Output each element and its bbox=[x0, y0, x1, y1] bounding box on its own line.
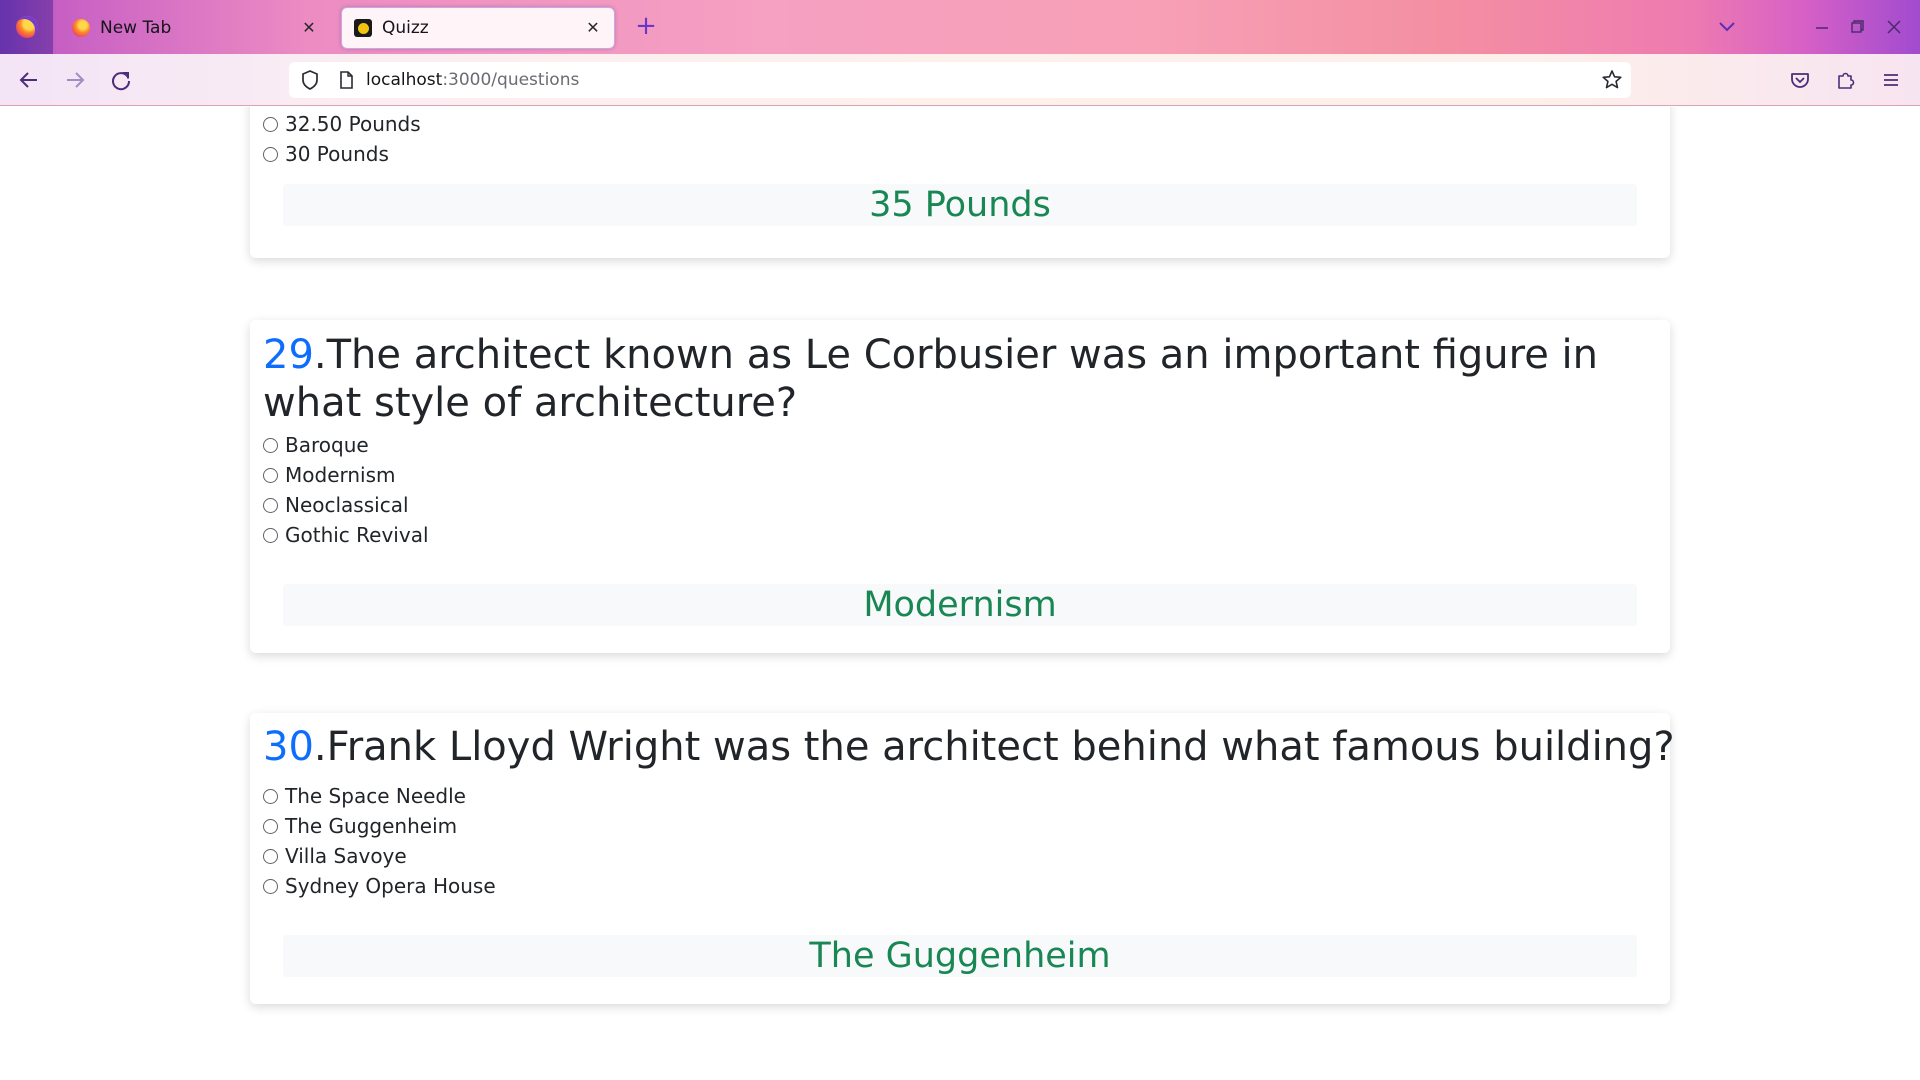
radio-button[interactable] bbox=[263, 788, 278, 804]
radio-button[interactable] bbox=[263, 467, 278, 483]
url-path: :3000/questions bbox=[442, 70, 580, 90]
radio-button[interactable] bbox=[263, 527, 278, 543]
pocket-icon bbox=[1791, 73, 1809, 88]
option-item[interactable]: Modernism bbox=[263, 460, 429, 490]
back-button[interactable] bbox=[16, 67, 42, 93]
question-card: 29.The architect known as Le Corbusier w… bbox=[250, 320, 1670, 653]
arrow-right-icon bbox=[67, 72, 85, 88]
option-item[interactable]: The Space Needle bbox=[263, 781, 496, 811]
option-label: 30 Pounds bbox=[285, 142, 389, 166]
option-label: The Space Needle bbox=[285, 784, 466, 808]
options-list: The Space Needle The Guggenheim Villa Sa… bbox=[263, 781, 496, 901]
radio-button[interactable] bbox=[263, 878, 278, 894]
page-content: 32.50 Pounds 30 Pounds 35 Pounds 29.The … bbox=[0, 107, 1920, 1080]
menu-button[interactable] bbox=[1878, 67, 1904, 93]
close-icon[interactable]: ✕ bbox=[584, 19, 602, 37]
quizz-favicon-icon bbox=[354, 19, 372, 37]
radio-button[interactable] bbox=[263, 818, 278, 834]
arrow-left-icon bbox=[19, 72, 37, 88]
firefox-view-button[interactable] bbox=[0, 0, 53, 54]
options-list: Baroque Modernism Neoclassical Gothic Re… bbox=[263, 430, 429, 550]
option-label: Baroque bbox=[285, 433, 369, 457]
option-item[interactable]: 32.50 Pounds bbox=[263, 109, 421, 139]
bookmark-star-icon[interactable] bbox=[1599, 67, 1625, 93]
options-list: 32.50 Pounds 30 Pounds bbox=[263, 109, 421, 169]
pocket-button[interactable] bbox=[1787, 67, 1813, 93]
page-info-icon[interactable] bbox=[333, 67, 359, 93]
firefox-logo-icon bbox=[15, 16, 38, 38]
forward-button[interactable] bbox=[62, 67, 88, 93]
firefox-favicon-icon bbox=[72, 19, 90, 37]
option-label: Sydney Opera House bbox=[285, 874, 496, 898]
question-card: 30.Frank Lloyd Wright was the architect … bbox=[250, 713, 1675, 1004]
radio-button[interactable] bbox=[263, 848, 278, 864]
navigation-toolbar: localhost:3000/questions bbox=[0, 54, 1920, 106]
radio-button[interactable] bbox=[263, 437, 278, 453]
answer-display: The Guggenheim bbox=[283, 935, 1637, 977]
option-label: The Guggenheim bbox=[285, 814, 458, 838]
radio-button[interactable] bbox=[263, 497, 278, 513]
puzzle-icon bbox=[1838, 72, 1855, 89]
chevron-down-icon bbox=[1719, 22, 1735, 32]
option-label: Gothic Revival bbox=[285, 523, 429, 547]
option-item[interactable]: Neoclassical bbox=[263, 490, 429, 520]
restore-icon bbox=[1851, 20, 1864, 33]
question-title: 29.The architect known as Le Corbusier w… bbox=[263, 331, 1663, 427]
answer-display: Modernism bbox=[283, 584, 1637, 626]
option-item[interactable]: Baroque bbox=[263, 430, 429, 460]
minimize-icon bbox=[1816, 27, 1828, 29]
restore-button[interactable] bbox=[1843, 14, 1871, 40]
reload-button[interactable] bbox=[108, 67, 134, 93]
radio-button[interactable] bbox=[263, 116, 278, 132]
hamburger-icon bbox=[1884, 74, 1898, 86]
question-number: 30 bbox=[263, 724, 314, 770]
radio-button[interactable] bbox=[263, 146, 278, 162]
tab-title: Quizz bbox=[382, 18, 429, 38]
shield-icon[interactable] bbox=[297, 67, 323, 93]
question-number: 29 bbox=[263, 332, 314, 378]
address-bar[interactable]: localhost:3000/questions bbox=[289, 62, 1631, 98]
option-item[interactable]: The Guggenheim bbox=[263, 811, 496, 841]
question-text: .The architect known as Le Corbusier was… bbox=[263, 332, 1598, 426]
question-title: 30.Frank Lloyd Wright was the architect … bbox=[263, 723, 1675, 771]
browser-titlebar: New Tab ✕ Quizz ✕ + bbox=[0, 0, 1920, 54]
extensions-button[interactable] bbox=[1833, 67, 1859, 93]
close-icon bbox=[1887, 20, 1901, 34]
option-label: 32.50 Pounds bbox=[285, 112, 421, 136]
option-item[interactable]: Gothic Revival bbox=[263, 520, 429, 550]
minimize-button[interactable] bbox=[1808, 14, 1836, 40]
close-icon[interactable]: ✕ bbox=[300, 19, 318, 37]
option-label: Neoclassical bbox=[285, 493, 409, 517]
question-card: 32.50 Pounds 30 Pounds 35 Pounds bbox=[250, 107, 1670, 258]
option-item[interactable]: Villa Savoye bbox=[263, 841, 496, 871]
url-text[interactable]: localhost:3000/questions bbox=[366, 62, 579, 98]
tab-title: New Tab bbox=[100, 18, 172, 38]
tab-new-tab[interactable]: New Tab ✕ bbox=[60, 7, 330, 49]
question-text: .Frank Lloyd Wright was the architect be… bbox=[313, 724, 1675, 770]
reload-icon bbox=[112, 72, 131, 91]
tab-quizz[interactable]: Quizz ✕ bbox=[341, 7, 615, 49]
option-label: Modernism bbox=[285, 463, 396, 487]
new-tab-button[interactable]: + bbox=[631, 12, 661, 42]
option-item[interactable]: 30 Pounds bbox=[263, 139, 421, 169]
answer-display: 35 Pounds bbox=[283, 184, 1637, 226]
option-label: Villa Savoye bbox=[285, 844, 407, 868]
list-all-tabs-button[interactable] bbox=[1713, 14, 1741, 40]
url-host: localhost bbox=[366, 70, 443, 90]
option-item[interactable]: Sydney Opera House bbox=[263, 871, 496, 901]
close-window-button[interactable] bbox=[1880, 14, 1908, 40]
